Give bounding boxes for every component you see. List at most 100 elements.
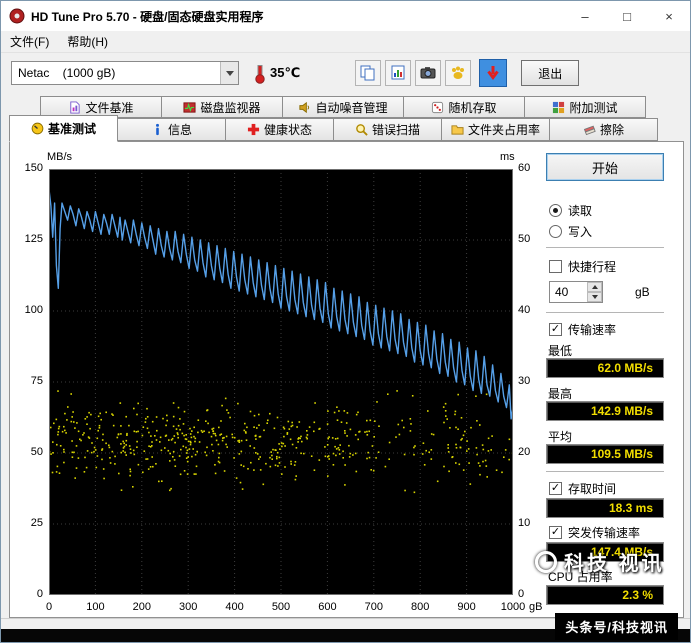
stepper-down-button[interactable] — [587, 292, 602, 302]
cpu-usage-label: CPU 占用率 — [548, 568, 613, 585]
save-screenshot-button[interactable] — [415, 60, 441, 86]
copy-icon — [359, 64, 377, 82]
exit-button[interactable]: 退出 — [521, 60, 579, 86]
x-tick: 900 — [447, 601, 487, 613]
menu-help[interactable]: 帮助(H) — [58, 30, 117, 53]
min-speed-value: 62.0 MB/s — [546, 358, 664, 378]
transfer-rate-checkbox[interactable]: ✓ 传输速率 — [549, 321, 616, 338]
red-cross-icon — [247, 123, 260, 136]
tab-extra-tests[interactable]: 附加测试 — [524, 96, 646, 118]
x-tick: 0 — [29, 601, 69, 613]
write-radio-label: 写入 — [568, 223, 592, 240]
copy-chart-icon — [389, 64, 407, 82]
access-time-label: 存取时间 — [568, 480, 616, 497]
y-left-tick: 0 — [15, 588, 43, 600]
gauge-icon — [31, 122, 44, 135]
temperature-value: 35℃ — [270, 65, 300, 81]
tab-label: 基准测试 — [48, 120, 96, 137]
thermometer-icon — [253, 62, 267, 84]
window-title: HD Tune Pro 5.70 - 硬盘/固态硬盘实用程序 — [31, 8, 564, 25]
tab-label: 文件夹占用率 — [468, 121, 540, 138]
avg-label: 平均 — [548, 428, 572, 445]
x-tick: 300 — [168, 601, 208, 613]
magnifier-icon — [355, 123, 368, 136]
radio-circle-icon — [549, 204, 562, 217]
burst-rate-label: 突发传输速率 — [568, 524, 640, 541]
title-bar: HD Tune Pro 5.70 - 硬盘/固态硬盘实用程序 – □ × — [1, 1, 690, 31]
tabs-row-1: 文件基准 磁盘监视器 自动噪音管理 随机存取 附加测试 — [41, 96, 646, 118]
tab-label: 信息 — [168, 121, 192, 138]
y-left-tick: 25 — [15, 517, 43, 529]
camera-icon — [419, 64, 437, 82]
close-button[interactable]: × — [648, 1, 690, 31]
y-left-tick: 50 — [15, 446, 43, 458]
chevron-up-icon — [592, 285, 598, 289]
toolbar: Netac (1000 gB) 35℃ — [1, 53, 690, 93]
info-icon — [151, 123, 164, 136]
x-tick: 800 — [400, 601, 440, 613]
y-left-axis-unit: MB/s — [47, 151, 72, 163]
minimize-button[interactable]: – — [564, 1, 606, 31]
menu-file[interactable]: 文件(F) — [1, 30, 58, 53]
benchmark-plot — [49, 169, 513, 595]
tab-folder-usage[interactable]: 文件夹占用率 — [441, 118, 550, 141]
hd-tune-window: HD Tune Pro 5.70 - 硬盘/固态硬盘实用程序 – □ × 文件(… — [0, 0, 691, 643]
paw-icon — [449, 64, 467, 82]
tab-erase[interactable]: 擦除 — [549, 118, 658, 141]
drive-select[interactable]: Netac (1000 gB) — [11, 61, 239, 85]
y-right-tick: 50 — [518, 233, 542, 245]
tab-label: 错误扫描 — [372, 121, 420, 138]
y-right-tick: 30 — [518, 375, 542, 387]
toolbar-buttons — [355, 60, 471, 86]
cpu-usage-value: 2.3 % — [546, 585, 664, 605]
separator — [546, 247, 664, 249]
eraser-icon — [583, 123, 596, 136]
y-left-tick: 75 — [15, 375, 43, 387]
short-stroke-value: 40 — [550, 282, 587, 302]
y-right-tick: 20 — [518, 446, 542, 458]
start-button[interactable]: 开始 — [546, 153, 664, 181]
speaker-icon — [298, 101, 311, 114]
tab-label: 健康状态 — [264, 121, 312, 138]
avg-speed-value: 109.5 MB/s — [546, 444, 664, 464]
chevron-down-icon — [592, 295, 598, 299]
checkbox-checked-icon: ✓ — [549, 526, 562, 539]
access-time-checkbox[interactable]: ✓ 存取时间 — [549, 480, 616, 497]
tab-disk-monitor[interactable]: 磁盘监视器 — [161, 96, 283, 118]
app-icon — [9, 8, 25, 24]
short-stroke-stepper[interactable]: 40 — [549, 281, 603, 303]
file-benchmark-icon — [68, 101, 81, 114]
tab-info[interactable]: 信息 — [117, 118, 226, 141]
tab-health[interactable]: 健康状态 — [225, 118, 334, 141]
tab-benchmark[interactable]: 基准测试 — [9, 115, 118, 142]
tab-label: 文件基准 — [85, 99, 133, 116]
read-radio-label: 读取 — [568, 202, 592, 219]
disk-monitor-icon — [183, 101, 196, 114]
donate-button[interactable] — [445, 60, 471, 86]
y-left-tick: 150 — [15, 162, 43, 174]
short-stroke-unit: gB — [635, 285, 650, 299]
write-radio[interactable]: 写入 — [549, 223, 592, 240]
drive-select-dropdown-button[interactable] — [220, 62, 238, 84]
x-tick: 700 — [354, 601, 394, 613]
checkbox-icon — [549, 260, 562, 273]
tab-label: 随机存取 — [448, 99, 496, 116]
x-tick: 600 — [307, 601, 347, 613]
stepper-up-button[interactable] — [587, 282, 602, 292]
tab-error-scan[interactable]: 错误扫描 — [333, 118, 442, 141]
tab-acoustic-management[interactable]: 自动噪音管理 — [282, 96, 404, 118]
copy-screenshot-button[interactable] — [385, 60, 411, 86]
grid-icon — [552, 101, 565, 114]
checkbox-checked-icon: ✓ — [549, 323, 562, 336]
tab-random-access[interactable]: 随机存取 — [403, 96, 525, 118]
drive-select-value: Netac (1000 gB) — [12, 66, 220, 80]
maximize-button[interactable]: □ — [606, 1, 648, 31]
separator — [546, 312, 664, 314]
short-stroke-checkbox[interactable]: 快捷行程 — [549, 258, 616, 275]
y-right-tick: 40 — [518, 304, 542, 316]
x-tick: 400 — [215, 601, 255, 613]
read-radio[interactable]: 读取 — [549, 202, 592, 219]
save-results-button[interactable] — [479, 59, 507, 87]
burst-rate-checkbox[interactable]: ✓ 突发传输速率 — [549, 524, 640, 541]
copy-text-button[interactable] — [355, 60, 381, 86]
